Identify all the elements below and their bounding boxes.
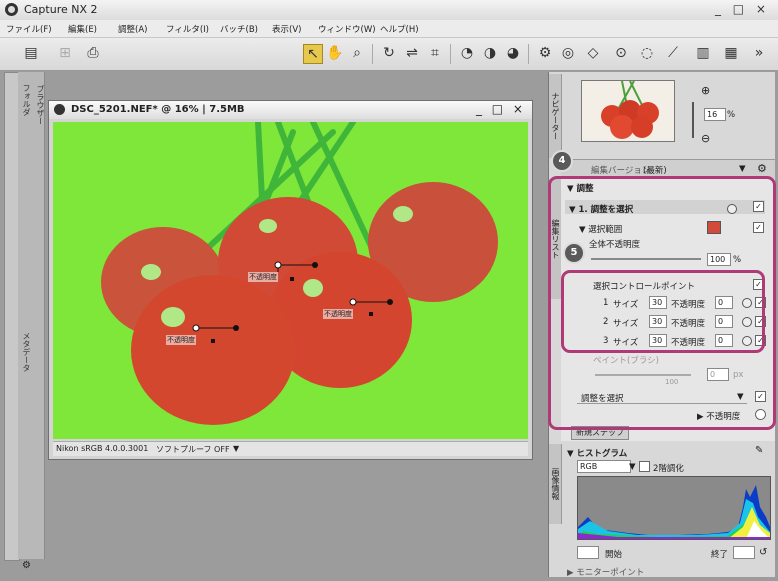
end-field[interactable] xyxy=(733,546,755,559)
chevron-down-icon[interactable]: ▼ xyxy=(629,462,636,472)
crop-icon[interactable]: ⌗ xyxy=(426,44,444,62)
highlight-box-5 xyxy=(561,270,765,353)
tab-metadata[interactable]: メタデータ xyxy=(18,322,32,382)
auto-retouch-icon[interactable]: ◎ xyxy=(559,44,577,62)
image-window-controls[interactable]: _ □ × xyxy=(476,102,526,116)
start-label: 開始 xyxy=(605,550,623,560)
zoom-slider[interactable] xyxy=(692,102,694,138)
tab-image-info[interactable]: 画像情報 xyxy=(549,444,562,524)
navigator-thumbnail[interactable] xyxy=(581,80,675,142)
version-value[interactable]: (最新) xyxy=(643,164,667,176)
overflow-icon[interactable]: » xyxy=(750,44,768,62)
image-window: DSC_5201.NEF* @ 16% | 7.5MB _ □ × 不透明度 不… xyxy=(48,100,533,460)
image-window-title: DSC_5201.NEF* @ 16% | 7.5MB xyxy=(71,104,245,115)
app-title: Capture NX 2 xyxy=(24,3,98,16)
zoom-out-icon[interactable]: ⊖ xyxy=(701,132,710,145)
monitor-points[interactable]: ▶ モニターポイント xyxy=(567,566,644,578)
end-label: 終了 xyxy=(711,550,729,560)
color-profile-label: Nikon sRGB 4.0.0.3001 xyxy=(56,444,149,453)
control-point-label: 不透明度 xyxy=(248,272,278,282)
menu-bar: ファイル(F) 編集(E) 調整(A) フィルタ(I) バッチ(B) 表示(V)… xyxy=(0,20,778,38)
white-point-icon[interactable]: ◕ xyxy=(504,44,522,62)
lasso-icon[interactable]: ◇ xyxy=(584,44,602,62)
black-point-icon[interactable]: ◔ xyxy=(458,44,476,62)
eyedropper-icon[interactable]: ✎ xyxy=(755,445,763,456)
image-window-header: DSC_5201.NEF* @ 16% | 7.5MB _ □ × xyxy=(49,101,532,119)
image-status-bar: Nikon sRGB 4.0.0.3001 ソフトプルーフ OFF ▼ xyxy=(53,441,528,456)
rotate-icon[interactable]: ↻ xyxy=(380,44,398,62)
tab-navigator[interactable]: ナビゲーター xyxy=(549,74,562,158)
gradient-icon[interactable]: ▥ xyxy=(694,44,712,62)
left-dock-tabs: ブラウザー フォルダ メタデータ xyxy=(18,72,45,559)
browse-icon[interactable]: ⊞ xyxy=(56,44,74,62)
selection-control-point-icon[interactable]: ◌ xyxy=(638,44,656,62)
tab-browser[interactable]: ブラウザー xyxy=(32,80,46,130)
start-field[interactable] xyxy=(577,546,599,559)
zoom-field[interactable]: 16 xyxy=(704,108,726,121)
gradation-checkbox[interactable] xyxy=(639,461,650,472)
print-icon[interactable]: ⎙ xyxy=(84,44,102,62)
red-eye-icon[interactable]: ⚙ xyxy=(536,44,554,62)
gradation-label: 2階調化 xyxy=(653,464,684,474)
zoom-unit: % xyxy=(727,110,736,120)
menu-file[interactable]: ファイル(F) xyxy=(6,23,52,35)
menu-window[interactable]: ウィンドウ(W) xyxy=(318,23,376,35)
histogram-chart[interactable] xyxy=(577,476,771,540)
selection-brush-icon[interactable]: ⟋ xyxy=(664,44,682,62)
title-bar: Capture NX 2 _ □ × xyxy=(0,0,778,21)
color-control-point-icon[interactable]: ⊙ xyxy=(612,44,630,62)
softproof-toggle[interactable]: ソフトプルーフ OFF xyxy=(156,444,230,455)
reset-icon[interactable]: ↺ xyxy=(759,547,767,558)
app-logo-icon xyxy=(5,3,18,16)
version-dropdown-icon[interactable]: ▼ xyxy=(739,164,746,174)
menu-view[interactable]: 表示(V) xyxy=(272,23,301,35)
window-controls[interactable]: _ □ × xyxy=(715,2,770,16)
zoom-in-icon[interactable]: ⊕ xyxy=(701,84,710,97)
menu-filter[interactable]: フィルタ(I) xyxy=(166,23,209,35)
control-point-label: 不透明度 xyxy=(323,309,353,319)
zoom-tool-icon[interactable]: ⌕ xyxy=(348,44,366,62)
version-label: 編集バージョン xyxy=(591,166,651,176)
layout-icon[interactable]: ▤ xyxy=(22,44,40,62)
settings-icon[interactable]: ⚙ xyxy=(757,162,767,175)
chevron-down-icon[interactable]: ▼ xyxy=(233,444,239,453)
menu-batch[interactable]: バッチ(B) xyxy=(220,23,258,35)
menu-help[interactable]: ヘルプ(H) xyxy=(380,23,419,35)
neutral-point-icon[interactable]: ◑ xyxy=(481,44,499,62)
right-panel: ナビゲーター ⊕ 16 % ⊖ 編集バージョン (最新) ▼ ⚙ 4 編集リスト… xyxy=(548,72,776,578)
straighten-icon[interactable]: ⇌ xyxy=(403,44,421,62)
menu-adjust[interactable]: 調整(A) xyxy=(118,23,147,35)
toolbar: ▤ ⊞ ⎙ ↖ ✋ ⌕ ↻ ⇌ ⌗ ◔ ◑ ◕ ⚙ ◎ ◇ ⊙ ◌ ⟋ ▥ ▦ … xyxy=(0,38,778,71)
tab-folder[interactable]: フォルダ xyxy=(18,80,32,120)
channel-select[interactable]: RGB xyxy=(577,460,631,473)
control-point-label: 不透明度 xyxy=(166,335,196,345)
menu-edit[interactable]: 編集(E) xyxy=(68,23,97,35)
image-window-icon xyxy=(54,104,65,115)
fill-remove-icon[interactable]: ▦ xyxy=(722,44,740,62)
dock-settings-icon[interactable]: ⚙ xyxy=(22,560,31,571)
hand-tool-icon[interactable]: ✋ xyxy=(326,44,344,62)
cherry-photo[interactable]: 不透明度 不透明度 不透明度 xyxy=(53,122,528,439)
direct-select-tool-icon[interactable]: ↖ xyxy=(303,44,323,64)
histogram-title[interactable]: ▼ ヒストグラム xyxy=(567,447,627,459)
callout-4: 4 xyxy=(551,150,573,172)
